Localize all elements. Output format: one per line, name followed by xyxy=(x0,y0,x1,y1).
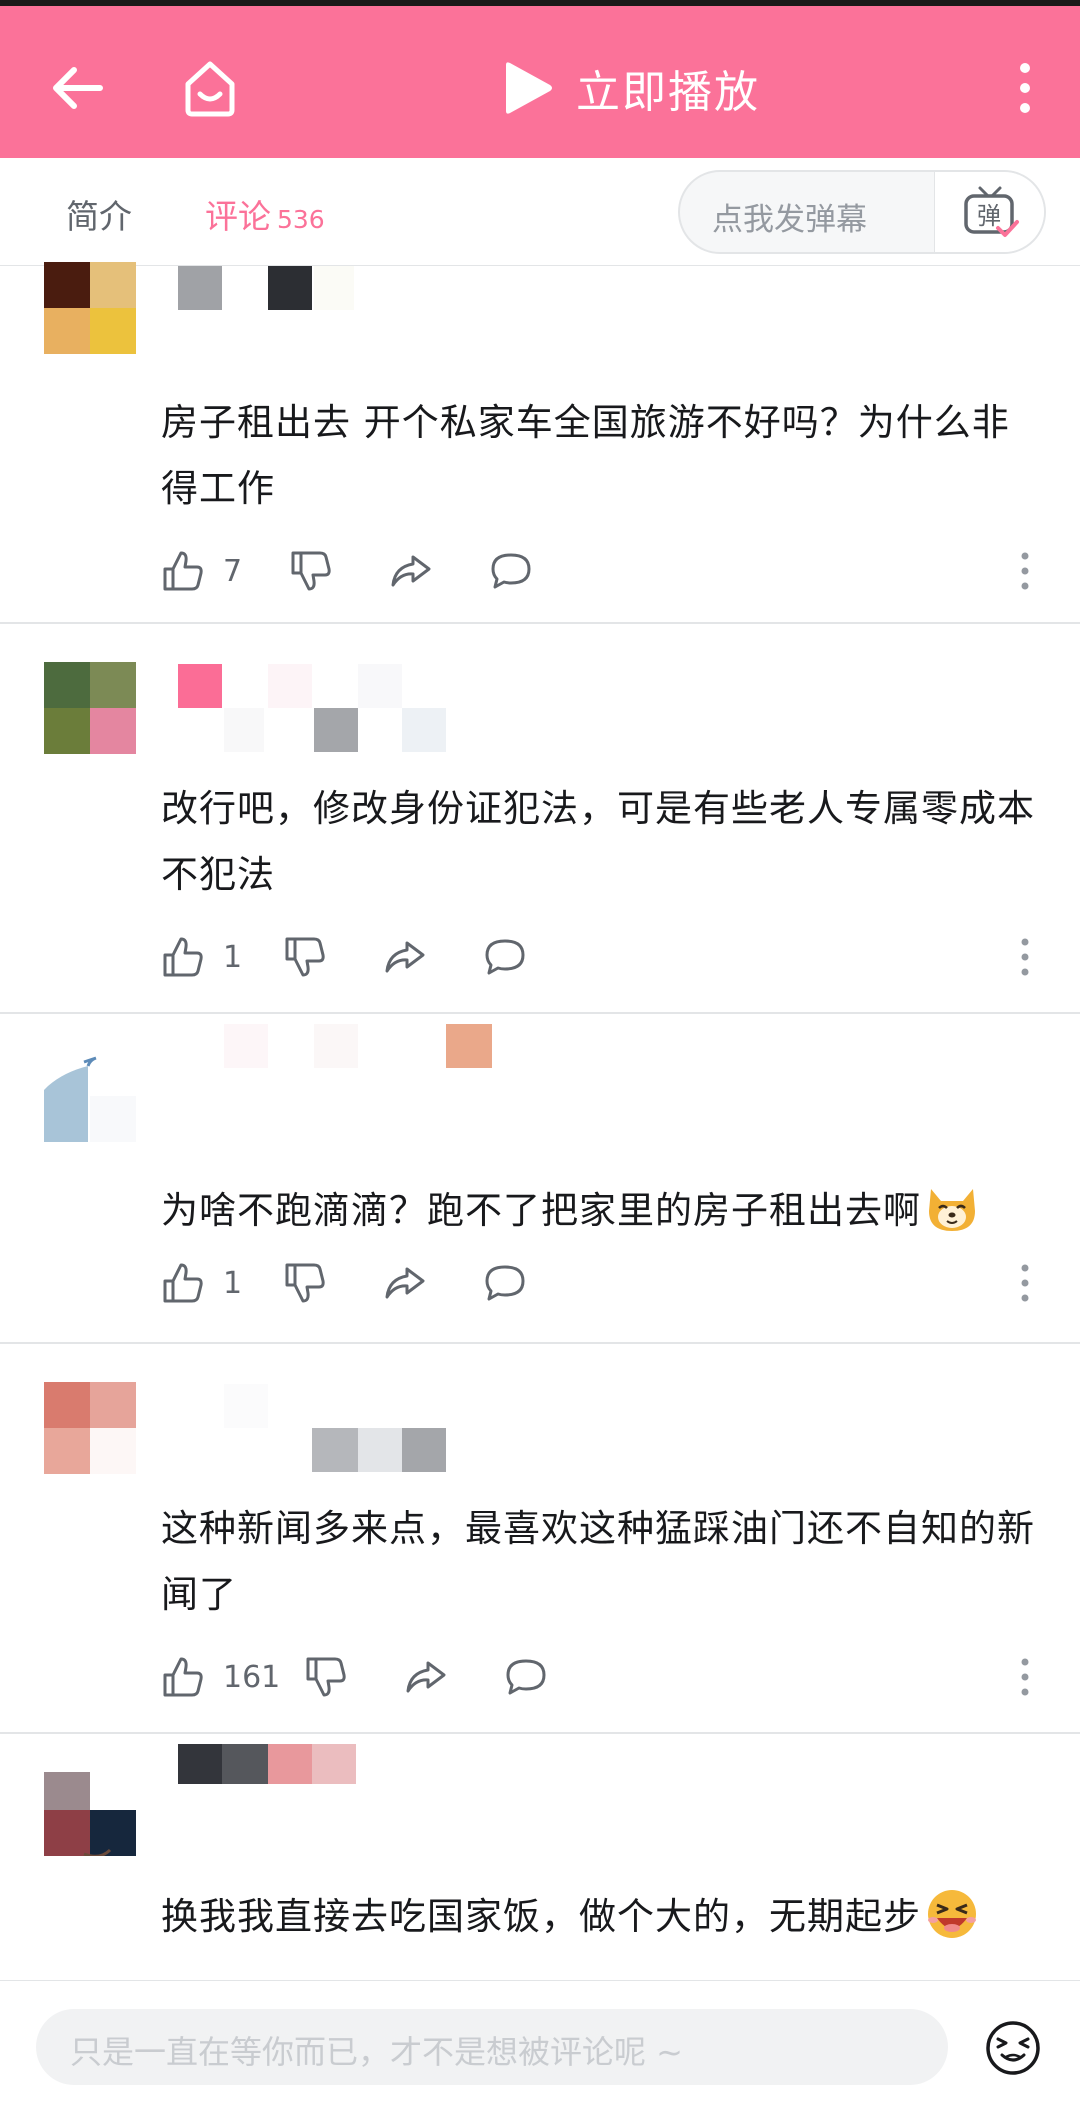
tab-comments[interactable]: 评论 536 xyxy=(205,190,325,238)
comment-input-bar: 只是一直在等你而已，才不是想被评论呢 ~ xyxy=(0,1980,1080,2108)
more-vertical-icon[interactable] xyxy=(1010,58,1040,118)
more-options-icon[interactable] xyxy=(1010,932,1040,982)
dislike-icon[interactable] xyxy=(289,549,333,593)
reply-icon[interactable] xyxy=(483,1261,527,1305)
reply-icon[interactable] xyxy=(483,935,527,979)
tab-intro[interactable]: 简介 xyxy=(66,190,132,238)
comment-input[interactable]: 只是一直在等你而已，才不是想被评论呢 ~ xyxy=(36,2009,948,2085)
comment-item: 房子租出去 开个私家车全国旅游不好吗？为什么非得工作 7 xyxy=(0,262,1080,624)
comment-item: 为啥不跑滴滴？跑不了把家里的房子租出去啊 1 xyxy=(0,1014,1080,1344)
comment-actions: 161 xyxy=(161,1652,548,1702)
more-options-icon[interactable] xyxy=(1010,1652,1040,1702)
avatar[interactable] xyxy=(44,662,136,754)
tab-intro-label: 简介 xyxy=(66,197,132,236)
avatar[interactable] xyxy=(44,1764,136,1856)
emoji-face-icon[interactable] xyxy=(984,2019,1042,2077)
avatar[interactable] xyxy=(44,1382,136,1474)
username-blurred[interactable] xyxy=(176,1024,496,1116)
username-blurred[interactable] xyxy=(176,1384,496,1476)
home-icon[interactable] xyxy=(178,56,242,120)
danmaku-button-label: 弹 xyxy=(977,202,1001,230)
comment-item: 改行吧，修改身份证犯法，可是有些老人专属零成本不犯法 1 xyxy=(0,624,1080,1014)
tab-comments-label: 评论 xyxy=(205,197,271,236)
like-icon[interactable] xyxy=(161,1261,205,1305)
danmaku-tv-icon: 弹 xyxy=(963,186,1019,237)
like-count: 161 xyxy=(223,1659,281,1695)
comment-text: 这种新闻多来点，最喜欢这种猛踩油门还不自知的新闻了 xyxy=(161,1507,1035,1616)
share-icon[interactable] xyxy=(383,935,427,979)
comments-count: 536 xyxy=(277,205,325,234)
play-now-button[interactable]: 立即播放 xyxy=(500,56,760,120)
reply-icon[interactable] xyxy=(504,1655,548,1699)
top-bar: 立即播放 xyxy=(0,0,1080,158)
more-options-icon[interactable] xyxy=(1010,546,1040,596)
comment-item: 换我我直接去吃国家饭，做个大的，无期起步 xyxy=(0,1734,1080,1984)
comment-actions: 1 xyxy=(161,1258,527,1308)
tab-bar: 简介 评论 536 点我发弹幕 弹 xyxy=(0,158,1080,266)
like-count: 1 xyxy=(223,1265,243,1301)
comment-input-placeholder: 只是一直在等你而已，才不是想被评论呢 ~ xyxy=(70,2033,683,2071)
comment-actions: 7 xyxy=(161,546,533,596)
laughing-face-emoji xyxy=(928,1890,976,1938)
back-arrow-icon[interactable] xyxy=(48,58,108,118)
like-icon[interactable] xyxy=(161,1655,205,1699)
like-count: 1 xyxy=(223,939,243,975)
comment-actions: 1 xyxy=(161,932,527,982)
username-blurred[interactable] xyxy=(176,1744,496,1836)
more-options-icon[interactable] xyxy=(1010,1258,1040,1308)
comment-text: 换我我直接去吃国家饭，做个大的，无期起步 xyxy=(161,1884,1041,1950)
share-icon[interactable] xyxy=(389,549,433,593)
dislike-icon[interactable] xyxy=(283,1261,327,1305)
username-blurred[interactable] xyxy=(176,266,496,358)
like-icon[interactable] xyxy=(161,549,205,593)
avatar[interactable] xyxy=(44,1050,136,1142)
dislike-icon[interactable] xyxy=(304,1655,348,1699)
comment-text: 房子租出去 开个私家车全国旅游不好吗？为什么非得工作 xyxy=(161,401,1010,510)
like-count: 7 xyxy=(223,553,243,589)
dislike-icon[interactable] xyxy=(283,935,327,979)
play-icon xyxy=(506,62,552,114)
danmaku-toggle-button[interactable]: 弹 xyxy=(934,172,1044,252)
share-icon[interactable] xyxy=(404,1655,448,1699)
comment-list: 房子租出去 开个私家车全国旅游不好吗？为什么非得工作 7 改行吧，修改身份证犯法… xyxy=(0,262,1080,1984)
comment-item: 这种新闻多来点，最喜欢这种猛踩油门还不自知的新闻了 161 xyxy=(0,1344,1080,1734)
comment-text-content: 换我我直接去吃国家饭，做个大的，无期起步 xyxy=(161,1895,921,1938)
comment-text: 改行吧，修改身份证犯法，可是有些老人专属零成本不犯法 xyxy=(161,787,1035,896)
comment-text: 为啥不跑滴滴？跑不了把家里的房子租出去啊 xyxy=(161,1178,1041,1244)
play-now-label: 立即播放 xyxy=(576,67,760,118)
reply-icon[interactable] xyxy=(489,549,533,593)
comment-text-content: 为啥不跑滴滴？跑不了把家里的房子租出去啊 xyxy=(161,1189,921,1232)
share-icon[interactable] xyxy=(383,1261,427,1305)
avatar[interactable] xyxy=(44,262,136,354)
like-icon[interactable] xyxy=(161,935,205,979)
username-blurred[interactable] xyxy=(176,664,496,756)
danmaku-input[interactable]: 点我发弹幕 弹 xyxy=(678,170,1046,254)
danmaku-placeholder: 点我发弹幕 xyxy=(712,202,867,238)
dog-face-emoji xyxy=(929,1189,975,1231)
